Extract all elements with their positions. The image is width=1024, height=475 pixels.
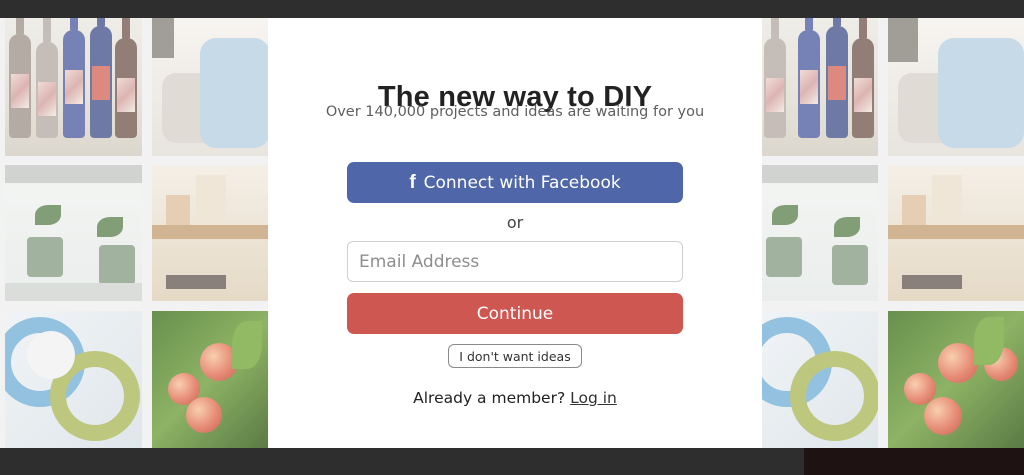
modal-subtitle: Over 140,000 projects and ideas are wait… — [325, 104, 705, 120]
member-prompt: Already a member? Log in — [268, 389, 762, 407]
background-mosaic-left — [0, 18, 268, 448]
plants-image — [5, 165, 142, 301]
bottles-image — [762, 18, 878, 156]
shelf-image — [888, 165, 1024, 301]
background-mosaic-right — [762, 18, 1024, 448]
top-bar — [0, 0, 1024, 18]
no-ideas-button[interactable]: I don't want ideas — [448, 344, 582, 368]
continue-button[interactable]: Continue — [347, 293, 683, 334]
bottles-image — [5, 18, 142, 156]
chair-image — [152, 18, 268, 156]
or-separator: or — [506, 213, 524, 232]
email-input[interactable] — [347, 241, 683, 282]
connect-facebook-button[interactable]: f Connect with Facebook — [347, 162, 683, 203]
peaches-image — [152, 311, 268, 448]
facebook-icon: f — [409, 172, 416, 193]
chair-image — [888, 18, 1024, 156]
member-text: Already a member? — [413, 389, 566, 407]
shelf-image — [152, 165, 268, 301]
bottom-bar-accent — [804, 448, 1024, 475]
peaches-image — [888, 311, 1024, 448]
plants-image — [762, 165, 878, 301]
bottom-bar — [0, 448, 1024, 475]
connect-facebook-label: Connect with Facebook — [423, 172, 621, 193]
login-link[interactable]: Log in — [570, 389, 617, 407]
wreath-image — [5, 311, 142, 448]
wreath-image — [762, 311, 878, 448]
signup-modal: The new way to DIY Over 140,000 projects… — [268, 18, 762, 448]
